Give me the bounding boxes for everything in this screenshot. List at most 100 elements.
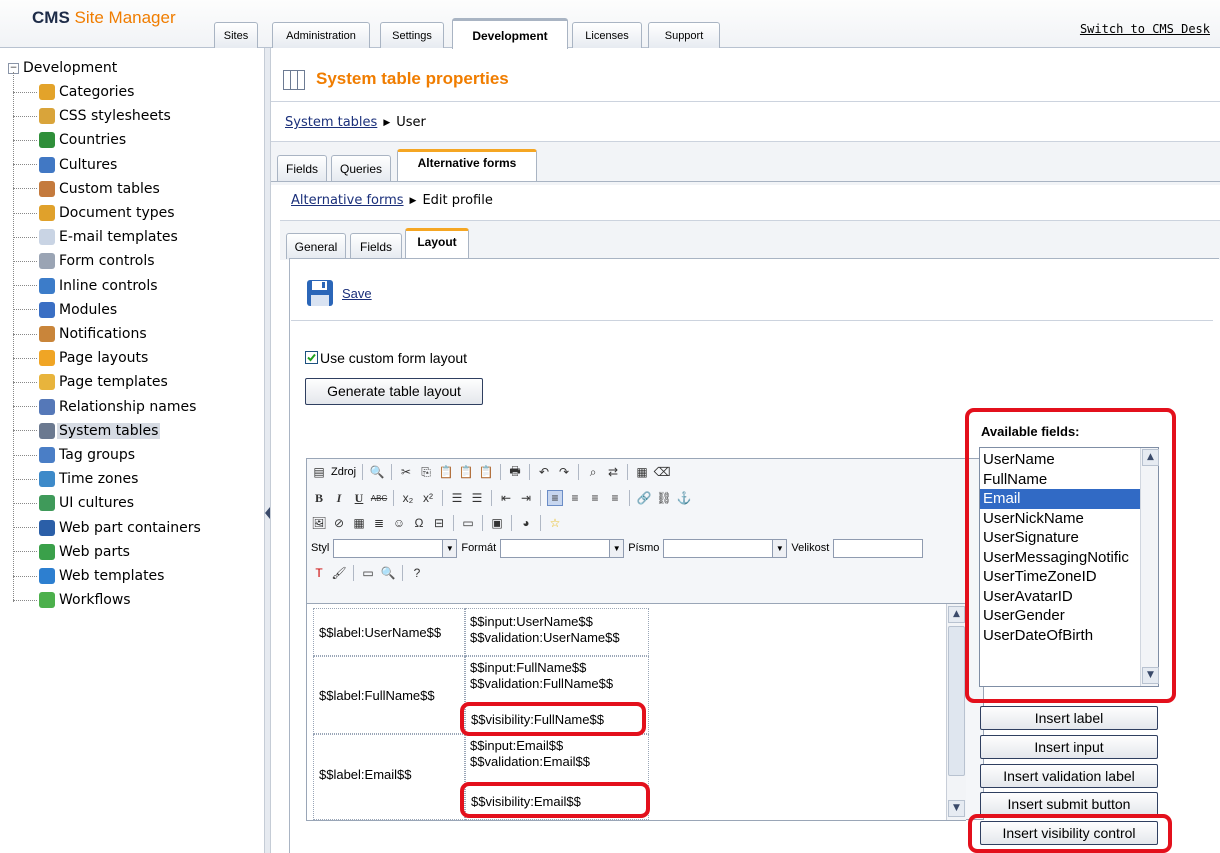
text-color-icon[interactable]: T — [311, 565, 327, 581]
replace-icon[interactable]: ⇄ — [605, 464, 621, 480]
copy-icon[interactable]: ⎘ — [418, 464, 434, 480]
insert-input-button[interactable]: Insert input — [980, 735, 1158, 759]
align-left-icon[interactable]: ≡ — [547, 490, 563, 506]
sidebar-item[interactable]: Modules — [13, 299, 119, 321]
paste-word-icon[interactable]: 📋 — [478, 464, 494, 480]
page-break-icon[interactable]: ⊟ — [431, 515, 447, 531]
justify-icon[interactable]: ≡ — [607, 490, 623, 506]
style-select[interactable]: ▼ — [333, 538, 458, 558]
underline-icon[interactable]: U — [351, 490, 367, 506]
sidebar-item[interactable]: Time zones — [13, 468, 140, 490]
preview-icon[interactable]: 🔍 — [369, 464, 385, 480]
select-all-icon[interactable]: ▦ — [634, 464, 650, 480]
panel-splitter[interactable] — [264, 48, 271, 853]
bold-icon[interactable]: B — [311, 490, 327, 506]
sidebar-item[interactable]: E-mail templates — [13, 226, 180, 248]
size-select[interactable] — [833, 538, 924, 558]
remove-format-icon[interactable]: ⌫ — [654, 464, 671, 480]
tab-alternative-forms[interactable]: Alternative forms — [397, 149, 537, 181]
sidebar-item[interactable]: Web part containers — [13, 517, 203, 539]
tab-layout-fields[interactable]: Fields — [350, 233, 402, 259]
generate-table-layout-button[interactable]: Generate table layout — [305, 378, 483, 405]
table-insert-icon[interactable]: ▦ — [351, 515, 367, 531]
dropdown-arrow-icon[interactable]: ▼ — [772, 539, 787, 557]
dropdown-arrow-icon[interactable]: ▼ — [442, 539, 457, 557]
subscript-icon[interactable]: x₂ — [400, 490, 416, 506]
sidebar-item[interactable]: Inline controls — [13, 275, 160, 297]
sidebar-item[interactable]: Relationship names — [13, 396, 198, 418]
unlink-icon[interactable]: ⛓ — [656, 490, 672, 506]
help-icon[interactable]: ? — [409, 565, 425, 581]
star-icon[interactable]: ☆ — [547, 515, 563, 531]
dropdown-arrow-icon[interactable]: ▼ — [609, 539, 624, 557]
tab-sites[interactable]: Sites — [214, 22, 258, 48]
floppy-disk-icon[interactable] — [306, 279, 334, 307]
redo-icon[interactable]: ↷ — [556, 464, 572, 480]
image-icon[interactable]: 🖼 — [311, 515, 327, 531]
collapse-arrow-icon[interactable] — [265, 503, 270, 523]
tab-support[interactable]: Support — [648, 22, 720, 48]
undo-icon[interactable]: ↶ — [536, 464, 552, 480]
sidebar-item[interactable]: Tag groups — [13, 444, 137, 466]
sidebar-item[interactable]: Workflows — [13, 589, 133, 611]
insert-validation-label-button[interactable]: Insert validation label — [980, 764, 1158, 788]
scroll-up-icon[interactable]: ▲ — [948, 606, 965, 623]
find-icon[interactable]: ⌕ — [585, 464, 601, 480]
sidebar-item[interactable]: Custom tables — [13, 178, 162, 200]
format-select[interactable]: ▼ — [500, 538, 625, 558]
source-icon[interactable]: ▤ — [311, 464, 327, 480]
sidebar-item[interactable]: UI cultures — [13, 492, 136, 514]
maximize-icon[interactable]: ▭ — [360, 565, 376, 581]
tab-administration[interactable]: Administration — [272, 22, 370, 48]
cut-icon[interactable]: ✂ — [398, 464, 414, 480]
tab-queries[interactable]: Queries — [331, 155, 391, 181]
media-icon[interactable]: ▣ — [489, 515, 505, 531]
youtube-icon[interactable]: ◕ — [518, 515, 534, 531]
show-blocks-icon[interactable]: 🔍 — [380, 565, 396, 581]
tab-development[interactable]: Development — [452, 18, 568, 49]
tab-settings[interactable]: Settings — [380, 22, 444, 48]
breadcrumb-alternative-forms-link[interactable]: Alternative forms — [291, 193, 404, 208]
sidebar-item[interactable]: Page templates — [13, 371, 170, 393]
special-char-icon[interactable]: Ω — [411, 515, 427, 531]
outdent-icon[interactable]: ⇤ — [498, 490, 514, 506]
custom-layout-checkbox[interactable] — [305, 351, 318, 364]
tab-fields[interactable]: Fields — [277, 155, 327, 181]
sidebar-item[interactable]: CSS stylesheets — [13, 105, 173, 127]
sidebar-item[interactable]: System tables — [13, 420, 161, 442]
bulleted-list-icon[interactable]: ☰ — [469, 490, 485, 506]
switch-to-cms-desk-link[interactable]: Switch to CMS Desk — [1080, 22, 1210, 36]
paste-icon[interactable]: 📋 — [438, 464, 454, 480]
flash-icon[interactable]: ⊘ — [331, 515, 347, 531]
paste-text-icon[interactable]: 📋 — [458, 464, 474, 480]
insert-submit-button[interactable]: Insert submit button — [980, 792, 1158, 816]
align-right-icon[interactable]: ≡ — [587, 490, 603, 506]
italic-icon[interactable]: I — [331, 490, 347, 506]
sidebar-item[interactable]: Countries — [13, 129, 128, 151]
numbered-list-icon[interactable]: ☰ — [449, 490, 465, 506]
sidebar-item[interactable]: Form controls — [13, 250, 157, 272]
scroll-down-icon[interactable]: ▼ — [948, 800, 965, 817]
scrollbar-thumb[interactable] — [948, 626, 965, 776]
superscript-icon[interactable]: x² — [420, 490, 436, 506]
link-icon[interactable]: 🔗 — [636, 490, 652, 506]
source-label[interactable]: Zdroj — [331, 466, 356, 478]
strikethrough-icon[interactable]: ABC — [371, 490, 387, 506]
horizontal-rule-icon[interactable]: ≣ — [371, 515, 387, 531]
indent-icon[interactable]: ⇥ — [518, 490, 534, 506]
tab-layout[interactable]: Layout — [405, 228, 469, 259]
breadcrumb-system-tables-link[interactable]: System tables — [285, 115, 377, 130]
insert-label-button[interactable]: Insert label — [980, 706, 1158, 730]
tree-root-development[interactable]: − Development — [8, 60, 117, 76]
tab-licenses[interactable]: Licenses — [572, 22, 642, 48]
smiley-icon[interactable]: ☺ — [391, 515, 407, 531]
save-link[interactable]: Save — [342, 286, 372, 301]
anchor-icon[interactable]: ⚓ — [676, 490, 692, 506]
form-icon[interactable]: ▭ — [460, 515, 476, 531]
sidebar-item[interactable]: Categories — [13, 81, 136, 103]
sidebar-item[interactable]: Web parts — [13, 541, 132, 563]
font-select[interactable]: ▼ — [663, 538, 788, 558]
align-center-icon[interactable]: ≡ — [567, 490, 583, 506]
sidebar-item[interactable]: Cultures — [13, 154, 119, 176]
print-icon[interactable]: 🖶 — [507, 464, 523, 480]
